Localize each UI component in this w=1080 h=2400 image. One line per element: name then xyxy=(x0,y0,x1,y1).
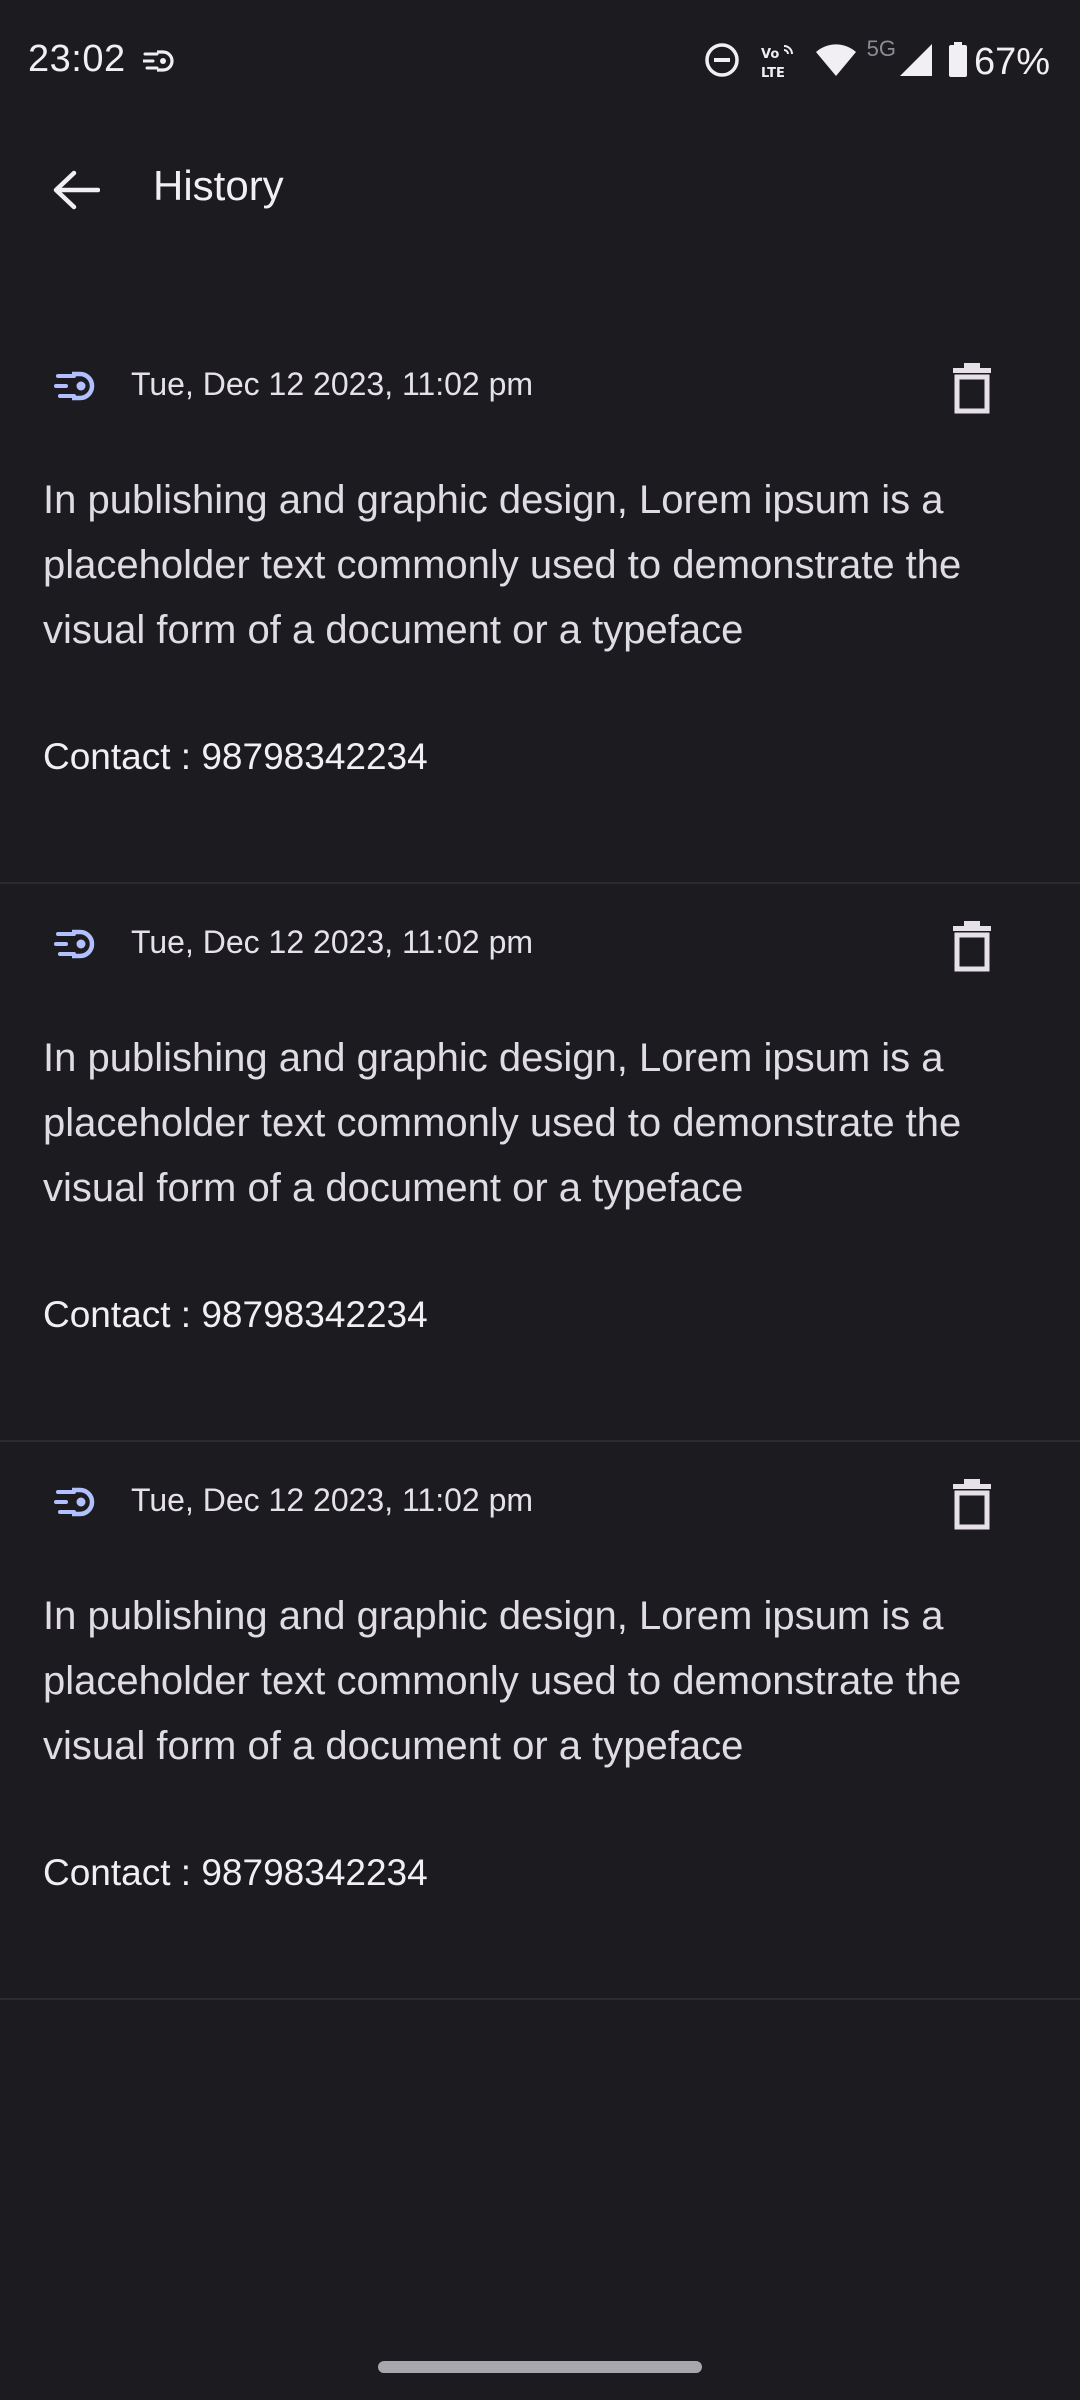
delete-button[interactable] xyxy=(938,356,1006,424)
do-not-disturb-icon xyxy=(703,41,741,84)
history-list: Tue, Dec 12 2023, 11:02 pm In publishing… xyxy=(0,326,1080,2000)
history-entry-icon xyxy=(52,926,98,962)
history-entry-icon xyxy=(52,368,98,404)
svg-text:LTE: LTE xyxy=(761,66,785,81)
gesture-nav-handle[interactable] xyxy=(378,2361,702,2373)
trash-icon xyxy=(952,362,992,419)
trash-icon xyxy=(952,920,992,977)
svg-text:Vo: Vo xyxy=(761,47,779,62)
app-bar: History xyxy=(0,126,1080,254)
history-entry-icon xyxy=(52,1484,98,1520)
history-item-date: Tue, Dec 12 2023, 11:02 pm xyxy=(131,924,534,960)
history-item: Tue, Dec 12 2023, 11:02 pm In publishing… xyxy=(0,326,1080,884)
wifi-icon xyxy=(815,43,857,82)
page-title: History xyxy=(153,162,284,209)
history-item-contact: Contact : 98798342234 xyxy=(43,1294,428,1335)
status-bar: 23:02 Vo LTE 5G 67% xyxy=(0,0,1080,126)
signal-icon xyxy=(898,42,934,83)
volte-icon: Vo LTE xyxy=(759,42,797,82)
delete-button[interactable] xyxy=(938,1472,1006,1540)
delete-button[interactable] xyxy=(938,914,1006,982)
back-button[interactable] xyxy=(40,156,112,228)
status-time: 23:02 xyxy=(28,38,126,80)
history-item: Tue, Dec 12 2023, 11:02 pm In publishing… xyxy=(0,884,1080,1442)
trash-icon xyxy=(952,1478,992,1535)
history-item-contact: Contact : 98798342234 xyxy=(43,736,428,777)
history-item-description: In publishing and graphic design, Lorem … xyxy=(43,478,962,652)
battery-percentage: 67% xyxy=(973,40,1050,83)
network-type-label: 5G xyxy=(866,36,896,61)
history-item-description: In publishing and graphic design, Lorem … xyxy=(43,1594,962,1768)
battery-icon xyxy=(948,41,968,83)
history-item-date: Tue, Dec 12 2023, 11:02 pm xyxy=(131,366,534,402)
history-item-date: Tue, Dec 12 2023, 11:02 pm xyxy=(131,1482,534,1518)
history-item-contact: Contact : 98798342234 xyxy=(43,1852,428,1893)
data-saver-icon xyxy=(141,48,175,74)
arrow-back-icon xyxy=(52,169,101,216)
history-item: Tue, Dec 12 2023, 11:02 pm In publishing… xyxy=(0,1442,1080,2000)
history-item-description: In publishing and graphic design, Lorem … xyxy=(43,1036,962,1210)
